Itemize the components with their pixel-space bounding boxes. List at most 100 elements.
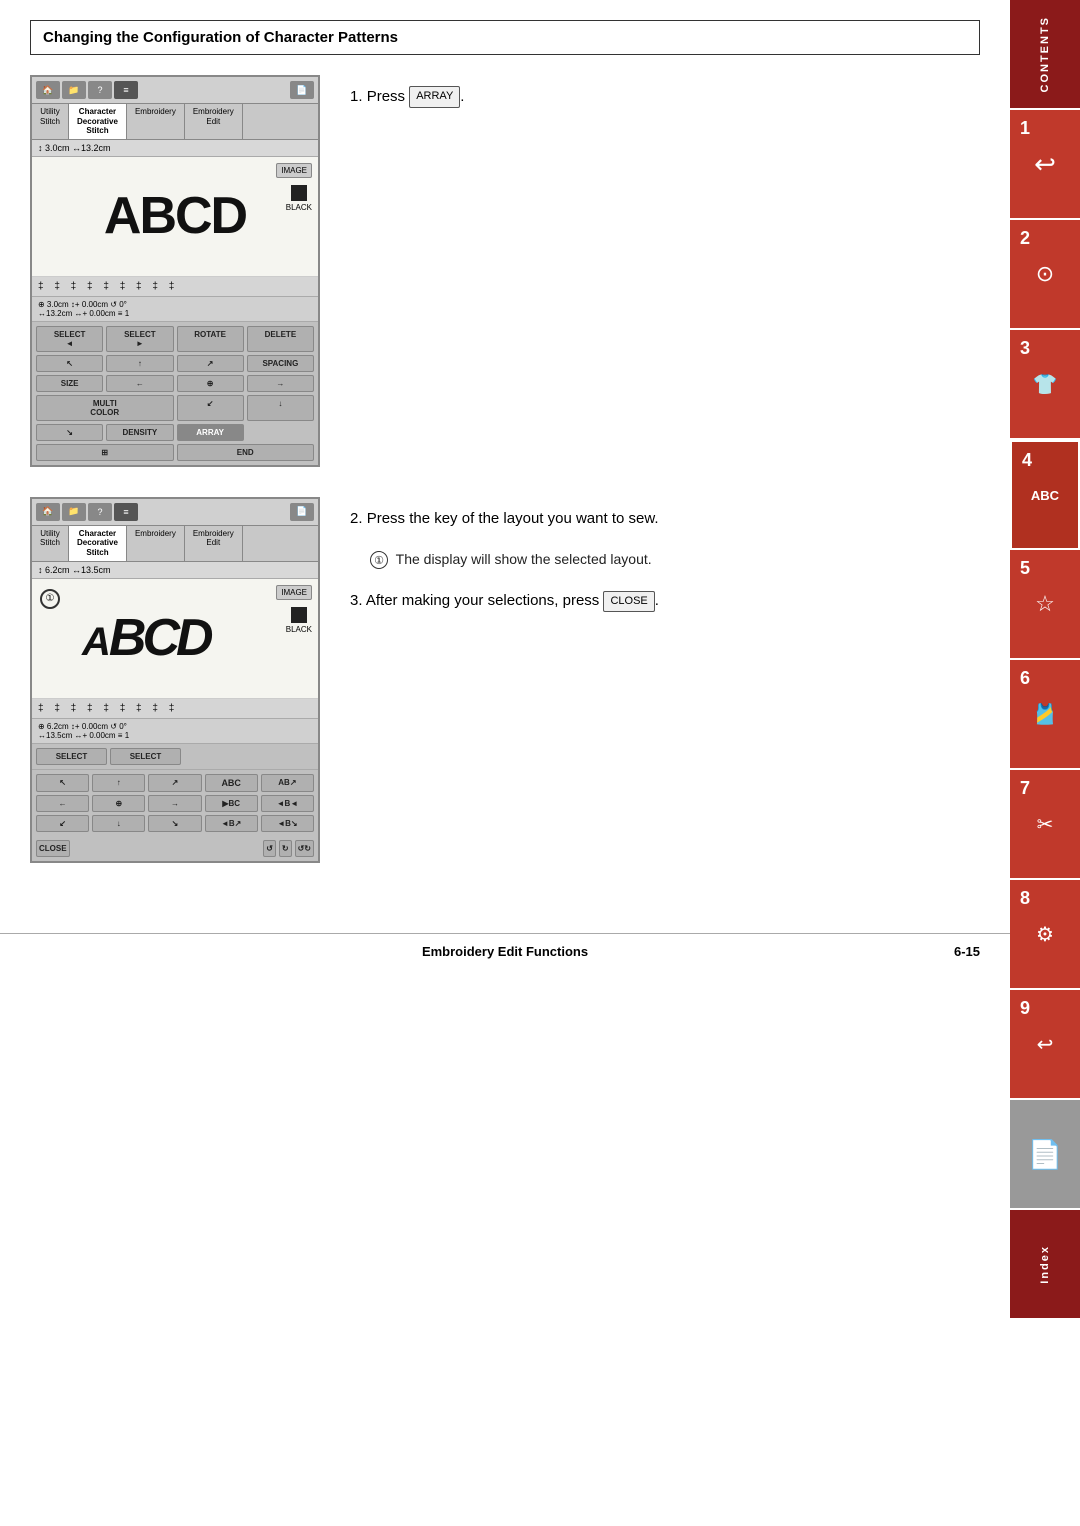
close-key[interactable]: CLOSE — [603, 591, 654, 613]
tab-1-num: 1 — [1020, 118, 1030, 139]
sidebar-tab-3[interactable]: 3 👕 — [1010, 330, 1080, 440]
move-right-btn[interactable]: → — [247, 375, 314, 392]
select-next-btn[interactable]: SELECT► — [106, 326, 173, 352]
sidebar-tab-index[interactable]: Index — [1010, 1210, 1080, 1320]
s2-down[interactable]: ↓ — [92, 815, 145, 832]
tab-9-num: 9 — [1020, 998, 1030, 1019]
select-btn-l[interactable]: SELECT — [36, 748, 107, 765]
step-3-num: 3. — [350, 592, 366, 609]
layout-ab-arc[interactable]: AB↗ — [261, 774, 314, 792]
rotate-btn[interactable]: ROTATE — [177, 326, 244, 352]
sidebar-tab-2[interactable]: 2 ⊙ — [1010, 220, 1080, 330]
screen-metrics-2: ↕ 6.2cm ↔13.5cm — [32, 562, 318, 579]
screen2-tab-embroidery[interactable]: Embroidery — [127, 526, 185, 561]
move-up-btn[interactable]: ↑ — [106, 355, 173, 372]
circle-indicator: ① — [40, 589, 60, 609]
step-3-rest: . — [655, 592, 659, 609]
layout-arc2[interactable]: ◄B↗ — [205, 815, 258, 832]
color-label-2: BLACK — [286, 625, 312, 634]
screen2-icon-page[interactable]: 📄 — [290, 503, 314, 521]
tab-8-num: 8 — [1020, 888, 1030, 909]
screen-icon-other[interactable]: ≡ — [114, 81, 138, 99]
move-upleft-btn[interactable]: ↖ — [36, 355, 103, 372]
end-btn[interactable]: END — [177, 444, 315, 461]
s2-downleft[interactable]: ↙ — [36, 815, 89, 832]
sidebar-tab-doc[interactable]: 📄 — [1010, 1100, 1080, 1210]
spacing-btn[interactable]: SPACING — [247, 355, 314, 372]
sidebar-tab-7[interactable]: 7 ✂ — [1010, 770, 1080, 880]
select-btn-r[interactable]: SELECT — [110, 748, 181, 765]
screen2-icon-house[interactable]: 🏠 — [36, 503, 60, 521]
screen2-icon-question[interactable]: ? — [88, 503, 112, 521]
screen-icon-question[interactable]: ? — [88, 81, 112, 99]
step-2-text: Press the key of the layout you want to … — [367, 510, 659, 527]
delete-btn[interactable]: DELETE — [247, 326, 314, 352]
s2-up[interactable]: ↑ — [92, 774, 145, 792]
color-indicator: BLACK — [286, 185, 312, 212]
array-key[interactable]: ARRAY — [409, 86, 460, 108]
screen-icon-house[interactable]: 🏠 — [36, 81, 60, 99]
move-downright-btn[interactable]: ↘ — [36, 424, 103, 441]
color-indicator-2: BLACK — [286, 607, 312, 634]
sidebar-tab-5[interactable]: 5 ☆ — [1010, 550, 1080, 660]
move-downleft-btn[interactable]: ↙ — [177, 395, 244, 421]
tab-1-icon: ↩ — [1034, 149, 1056, 180]
step-2-sub-text: The display will show the selected layou… — [396, 551, 652, 567]
screen2-tab-utility[interactable]: UtilityStitch — [32, 526, 69, 561]
screen2-tab-character[interactable]: CharacterDecorativeStitch — [69, 526, 127, 561]
tab-3-icon: 👕 — [1033, 372, 1058, 397]
undo-btn[interactable]: ↺ — [263, 840, 276, 857]
color-box — [291, 185, 307, 201]
density-btn[interactable]: DENSITY — [106, 424, 173, 441]
s2-upright[interactable]: ↗ — [148, 774, 201, 792]
s2-downright[interactable]: ↘ — [148, 815, 201, 832]
layout-btn[interactable]: ⊞ — [36, 444, 174, 461]
multicolor-btn[interactable]: MULTICOLOR — [36, 395, 174, 421]
screen-display-text-1: ABCD — [104, 186, 246, 246]
sidebar-tab-8[interactable]: 8 ⚙ — [1010, 880, 1080, 990]
redo-btn[interactable]: ↻ — [279, 840, 292, 857]
screen-dividers-1: ‡ ‡ ‡ ‡ ‡ ‡ ‡ ‡ ‡ — [32, 277, 318, 297]
screen-tab-character[interactable]: CharacterDecorativeStitch — [69, 104, 127, 139]
s2-upleft[interactable]: ↖ — [36, 774, 89, 792]
tab-2-icon: ⊙ — [1036, 261, 1054, 287]
select-prev-btn[interactable]: SELECT◄ — [36, 326, 103, 352]
size-btn[interactable]: SIZE — [36, 375, 103, 392]
s2-left[interactable]: ← — [36, 795, 89, 812]
s2-center[interactable]: ⊕ — [92, 795, 145, 812]
move-down-btn[interactable]: ↓ — [247, 395, 314, 421]
screen2-tab-edit[interactable]: EmbroideryEdit — [185, 526, 243, 561]
sidebar-tab-contents[interactable]: CONTENTS — [1010, 0, 1080, 110]
move-left-btn[interactable]: ← — [106, 375, 173, 392]
array-btn-1[interactable]: ARRAY — [177, 424, 244, 441]
tab-3-num: 3 — [1020, 338, 1030, 359]
layout-arc3[interactable]: ◄B↘ — [261, 815, 314, 832]
screen2-icon-folder[interactable]: 📁 — [62, 503, 86, 521]
step-2-num: 2. — [350, 510, 367, 527]
screen-tab-edit[interactable]: EmbroideryEdit — [185, 104, 243, 139]
screen2-metric-text: ↕ 6.2cm ↔13.5cm — [38, 565, 111, 575]
layout-arc-b[interactable]: ◄B◄ — [261, 795, 314, 812]
sidebar-tab-4[interactable]: 4 ABC — [1010, 440, 1080, 550]
divider-marks: ‡ ‡ ‡ ‡ ‡ ‡ ‡ ‡ ‡ — [38, 281, 178, 292]
screen-icon-page[interactable]: 📄 — [290, 81, 314, 99]
image-button-2[interactable]: IMAGE — [276, 585, 312, 600]
screen-tab-utility[interactable]: UtilityStitch — [32, 104, 69, 139]
screen-tab-embroidery[interactable]: Embroidery — [127, 104, 185, 139]
image-button[interactable]: IMAGE — [276, 163, 312, 178]
close-button[interactable]: CLOSE — [36, 840, 70, 857]
layout-arc-bc[interactable]: ▶BC — [205, 795, 258, 812]
screen2-icon-other[interactable]: ≡ — [114, 503, 138, 521]
sidebar-tab-6[interactable]: 6 🎽 — [1010, 660, 1080, 770]
sidebar-tab-9[interactable]: 9 ↩ — [1010, 990, 1080, 1100]
layout-abc-btn[interactable]: ABC — [205, 774, 258, 792]
center-btn[interactable]: ⊕ — [177, 375, 244, 392]
section-2: 🏠 📁 ? ≡ 📄 UtilityStitch CharacterDecorat… — [30, 497, 980, 863]
extra-btn[interactable]: ↺↻ — [295, 840, 314, 857]
screen-icon-folder[interactable]: 📁 — [62, 81, 86, 99]
move-upright-btn[interactable]: ↗ — [177, 355, 244, 372]
s2-right[interactable]: → — [148, 795, 201, 812]
tab-8-icon: ⚙ — [1036, 922, 1054, 947]
sidebar-tab-1[interactable]: 1 ↩ — [1010, 110, 1080, 220]
screen-tabs-1: UtilityStitch CharacterDecorativeStitch … — [32, 104, 318, 140]
